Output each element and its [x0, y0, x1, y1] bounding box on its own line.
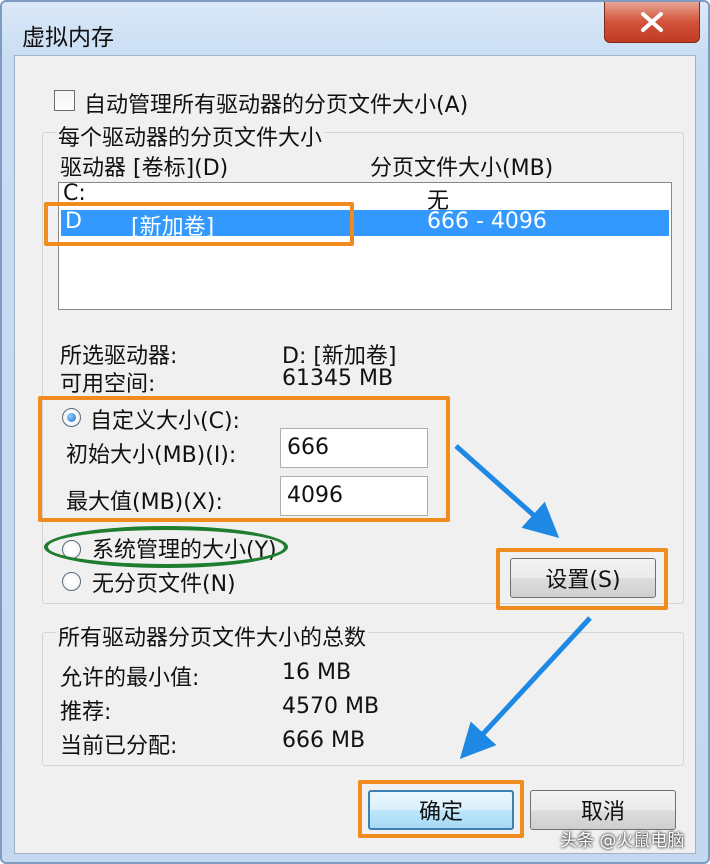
watermark-text: 头条 @火鼠电脑 [560, 831, 685, 851]
arrow-to-ok [459, 616, 592, 760]
arrow-to-set [454, 444, 560, 538]
annotation-arrows [454, 444, 592, 760]
